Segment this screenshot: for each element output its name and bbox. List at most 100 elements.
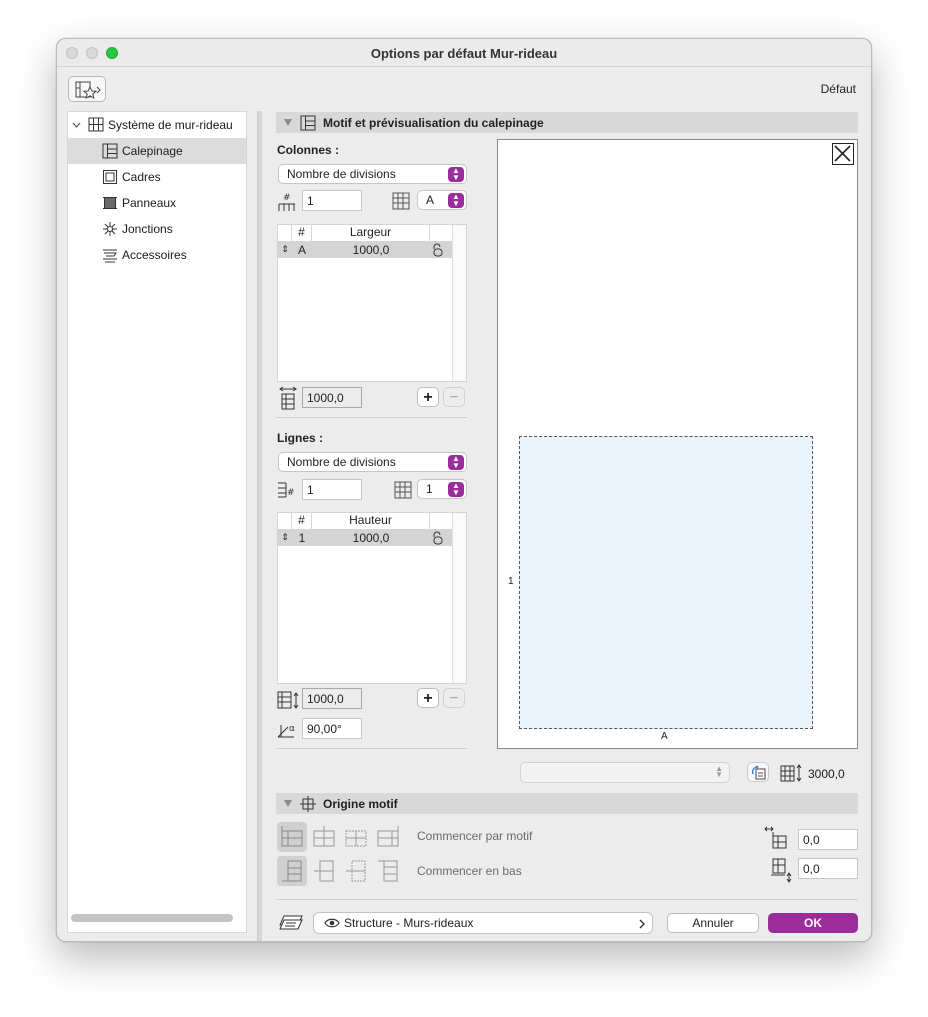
remove-column-button[interactable]: − bbox=[443, 387, 465, 407]
column-header-number: # bbox=[292, 225, 312, 241]
rows-label: Lignes : bbox=[277, 431, 324, 445]
scheme-section-header[interactable]: Motif et prévisualisation du calepinage bbox=[276, 112, 858, 133]
start-by-pattern-label: Commencer par motif bbox=[417, 829, 533, 843]
accessory-icon bbox=[103, 249, 117, 263]
columns-count-field[interactable]: 1 bbox=[302, 190, 362, 211]
row-number-select[interactable]: 1 ▲ ▼ bbox=[417, 479, 467, 499]
rows-table[interactable]: # Hauteur ⇕ 1 1000,0 bbox=[277, 512, 467, 684]
align-bottom-icon bbox=[282, 860, 302, 882]
sidebar-item-label: Panneaux bbox=[122, 196, 177, 210]
table-scrollbar[interactable] bbox=[452, 513, 466, 683]
sidebar-item-label: Cadres bbox=[122, 170, 161, 184]
table-row[interactable]: ⇕ 1 1000,0 bbox=[278, 529, 453, 546]
column-letter-select[interactable]: A ▲ ▼ bbox=[417, 190, 467, 210]
table-row[interactable]: ⇕ A 1000,0 bbox=[278, 241, 453, 258]
add-row-button[interactable]: + bbox=[417, 688, 439, 708]
rows-total-field: 1000,0 bbox=[302, 688, 362, 709]
lock-icon[interactable] bbox=[430, 243, 444, 257]
scheme-preview[interactable]: 1 A bbox=[497, 139, 858, 749]
junction-icon bbox=[103, 222, 117, 236]
svg-text:#: # bbox=[283, 193, 291, 203]
cancel-button[interactable]: Annuler bbox=[667, 913, 759, 933]
origin-bottom-button[interactable] bbox=[277, 856, 307, 886]
origin-vmiddle-button[interactable] bbox=[341, 856, 371, 886]
origin-vcenter-button[interactable] bbox=[309, 856, 339, 886]
offset-x-field[interactable]: 0,0 bbox=[798, 829, 858, 850]
sidebar: Système de mur-rideau Calepinage Cadres … bbox=[67, 111, 247, 933]
sidebar-item-scheme[interactable]: Calepinage bbox=[68, 138, 246, 164]
collapse-triangle-icon[interactable] bbox=[284, 119, 292, 126]
svg-text:#: # bbox=[287, 488, 295, 498]
row-id: A bbox=[297, 242, 306, 257]
columns-mode-select[interactable]: Nombre de divisions ▲ ▼ bbox=[278, 164, 467, 184]
sidebar-item-curtain-wall-system[interactable]: Système de mur-rideau bbox=[68, 112, 246, 138]
drag-handle-icon[interactable]: ⇕ bbox=[278, 244, 292, 255]
drag-handle-icon[interactable]: ⇕ bbox=[278, 532, 292, 543]
row-value[interactable]: 1000,0 bbox=[312, 243, 430, 257]
view-select[interactable]: Structure - Murs-rideaux bbox=[313, 912, 653, 934]
rows-mode-select[interactable]: Nombre de divisions ▲ ▼ bbox=[278, 452, 467, 472]
total-height-icon bbox=[277, 691, 299, 709]
column-axis-label: A bbox=[661, 731, 668, 742]
column-header-number: # bbox=[292, 513, 312, 529]
view-select-value: Structure - Murs-rideaux bbox=[344, 916, 474, 930]
row-value[interactable]: 1000,0 bbox=[312, 531, 430, 545]
height-icon bbox=[780, 764, 802, 782]
columns-table[interactable]: # Largeur ⇕ A 1000,0 bbox=[277, 224, 467, 382]
rotate-icon bbox=[751, 765, 766, 780]
origin-right-button[interactable] bbox=[373, 822, 403, 852]
row-axis-label: 1 bbox=[508, 576, 514, 587]
sidebar-item-junctions[interactable]: Jonctions bbox=[68, 216, 246, 242]
angle-field[interactable]: 90,00° bbox=[302, 718, 362, 739]
origin-center-button[interactable] bbox=[309, 822, 339, 852]
row-id: 1 bbox=[298, 530, 306, 545]
grid-cell-icon bbox=[392, 192, 410, 210]
table-scrollbar[interactable] bbox=[452, 225, 466, 381]
panel-icon bbox=[103, 197, 117, 209]
table-header: # Hauteur bbox=[278, 513, 466, 529]
sidebar-item-label: Système de mur-rideau bbox=[108, 118, 233, 132]
title-bar: Options par défaut Mur-rideau bbox=[57, 39, 871, 67]
origin-middle-button[interactable] bbox=[341, 822, 371, 852]
remove-row-button[interactable]: − bbox=[443, 688, 465, 708]
svg-text:α: α bbox=[289, 724, 295, 734]
sidebar-scrollbar[interactable] bbox=[71, 914, 233, 922]
sidebar-item-label: Jonctions bbox=[122, 222, 173, 236]
sidebar-item-frames[interactable]: Cadres bbox=[68, 164, 246, 190]
favorites-icon bbox=[75, 81, 101, 100]
column-header-width: Largeur bbox=[312, 225, 430, 241]
favorites-button[interactable] bbox=[68, 76, 106, 102]
angle-icon: α bbox=[277, 724, 295, 738]
dialog-window: Options par défaut Mur-rideau Défaut Sys… bbox=[56, 38, 872, 942]
offset-y-field[interactable]: 0,0 bbox=[798, 858, 858, 879]
curtain-wall-icon bbox=[88, 117, 104, 132]
sidebar-item-label: Accessoires bbox=[122, 248, 187, 262]
origin-icon bbox=[300, 795, 316, 812]
collapse-triangle-icon[interactable] bbox=[284, 800, 292, 807]
align-top-icon bbox=[378, 860, 398, 882]
select-stepper-icon: ▲ ▼ bbox=[448, 193, 464, 208]
origin-left-button[interactable] bbox=[277, 822, 307, 852]
add-column-button[interactable]: + bbox=[417, 387, 439, 407]
sidebar-item-panels[interactable]: Panneaux bbox=[68, 190, 246, 216]
rows-count-field[interactable]: 1 bbox=[302, 479, 362, 500]
close-preview-button[interactable] bbox=[832, 143, 854, 165]
preview-panel bbox=[519, 436, 813, 729]
sidebar-item-label: Calepinage bbox=[122, 144, 183, 158]
preview-select[interactable]: ▲ ▼ bbox=[520, 762, 730, 783]
lock-icon[interactable] bbox=[430, 531, 444, 545]
sidebar-item-accessories[interactable]: Accessoires bbox=[68, 242, 246, 268]
window-title: Options par défaut Mur-rideau bbox=[370, 46, 558, 61]
splitter[interactable] bbox=[257, 111, 262, 941]
row-number-value: 1 bbox=[426, 482, 433, 496]
total-width-icon bbox=[279, 386, 297, 410]
table-header: # Largeur bbox=[278, 225, 466, 241]
layer-icon[interactable] bbox=[278, 913, 304, 933]
origin-section-header[interactable]: Origine motif bbox=[276, 793, 858, 814]
preview-settings-button[interactable] bbox=[747, 762, 769, 782]
origin-top-button[interactable] bbox=[373, 856, 403, 886]
ok-button[interactable]: OK bbox=[768, 913, 858, 933]
align-vmiddle-icon bbox=[346, 860, 366, 882]
chevron-down-icon[interactable] bbox=[72, 121, 81, 129]
align-vcenter-icon bbox=[314, 860, 334, 882]
